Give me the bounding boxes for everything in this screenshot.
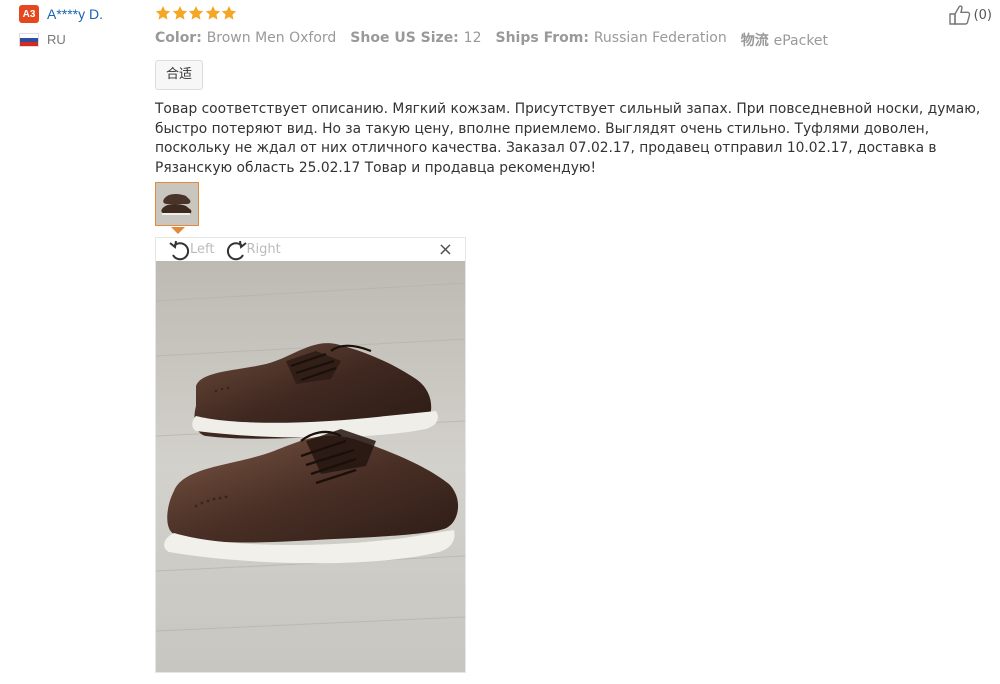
star-icon (172, 6, 187, 20)
star-rating (155, 4, 990, 22)
rotate-left-icon (169, 240, 190, 260)
review-text: Товар соответствует описанию. Мягкий кож… (155, 101, 981, 176)
review-tag: 合适 (155, 60, 204, 90)
review-body: Color: Brown Men Oxford Shoe US Size: 12 S… (155, 4, 990, 178)
rotate-left-button[interactable]: Left (168, 239, 214, 261)
attribute-key: Color: (155, 30, 207, 46)
reviewer-info: A3 A****y D. RU (19, 4, 139, 47)
level-badge: A3 (19, 5, 39, 23)
rotate-right-icon (227, 240, 248, 260)
country-row: RU (19, 32, 139, 47)
star-icon (188, 6, 204, 20)
attribute-value: Russian Federation (593, 30, 727, 46)
rotate-right-label: Right (246, 242, 281, 257)
country-code: RU (47, 32, 66, 47)
rotate-left-label: Left (190, 242, 215, 257)
viewer-toolbar: Left Right × (156, 238, 465, 261)
order-attribute: Ships From: Russian Federation (496, 30, 727, 50)
review-photo-thumbnail[interactable] (155, 182, 199, 226)
attribute-value: Brown Men Oxford (206, 30, 337, 46)
order-attribute: 物流 ePacket (741, 30, 828, 50)
star-icon (155, 6, 171, 20)
attribute-value: 12 (463, 30, 482, 46)
photo-viewer: Left Right × (155, 237, 466, 673)
close-icon[interactable]: × (438, 241, 453, 259)
attribute-key: 物流 (740, 33, 774, 49)
attribute-key: Shoe US Size: (350, 30, 464, 46)
reviewer-name[interactable]: A****y D. (47, 6, 103, 22)
flag-icon (19, 32, 39, 47)
attribute-key: Ships From: (495, 30, 594, 46)
order-attribute: Color: Brown Men Oxford (155, 30, 336, 50)
order-attributes: Color: Brown Men Oxford Shoe US Size: 12 S… (155, 30, 990, 50)
reviewer-row: A3 A****y D. (19, 4, 139, 24)
star-icon (221, 6, 237, 20)
review-photo (156, 261, 465, 672)
attribute-value: ePacket (773, 33, 829, 49)
order-attribute: Shoe US Size: 12 (350, 30, 481, 50)
review-page: A3 A****y D. RU (0) Color: Brown Men Oxf… (0, 0, 1000, 684)
star-icon (205, 6, 220, 20)
rotate-right-button[interactable]: Right (224, 239, 281, 261)
thumbnail-pointer (171, 227, 185, 234)
